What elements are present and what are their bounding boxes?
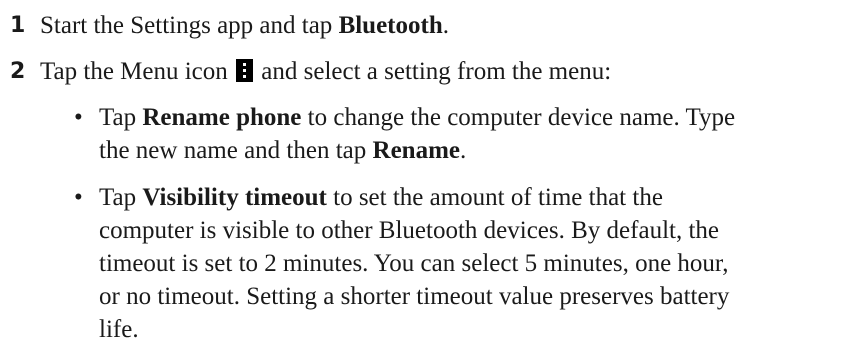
text-post: to set the amount of time that the: [326, 184, 663, 211]
bullet-line: timeout is set to 2 minutes. You can sel…: [99, 250, 729, 277]
bullet-line: life.: [99, 316, 139, 343]
text-post: .: [460, 137, 467, 164]
step-text-post: .: [442, 12, 449, 39]
bullet-line: Tap Visibility timeout to set the amount…: [99, 181, 849, 214]
step-text: Tap the Menu icon and select a setting f…: [40, 55, 611, 89]
bullet-line: or no timeout. Setting a shorter timeout…: [99, 283, 730, 310]
bullet-line: the new name and then tap Rename.: [99, 134, 849, 167]
text-pre: Tap: [99, 104, 143, 131]
step-text-pre: Tap the Menu icon: [40, 58, 235, 85]
bullet-text: Tap Rename phone to change the computer …: [99, 101, 849, 167]
step-number: 1: [10, 13, 26, 38]
instructions-document: 1 Start the Settings app and tap Bluetoo…: [0, 0, 855, 348]
visibility-timeout-term: Visibility timeout: [142, 184, 327, 211]
step-number: 2: [10, 59, 26, 84]
text-post: to change the computer device name. Type: [301, 104, 736, 131]
bullet-line: Tap Rename phone to change the computer …: [99, 101, 849, 134]
bullet-line: computer is visible to other Bluetooth d…: [99, 217, 720, 244]
step-text-post: and select a setting from the menu:: [255, 58, 612, 85]
bullet-text: Tap Visibility timeout to set the amount…: [99, 181, 849, 346]
bluetooth-term: Bluetooth: [338, 12, 443, 39]
rename-term: Rename: [372, 137, 460, 164]
bullet-symbol: •: [74, 104, 83, 131]
bullet-symbol: •: [74, 184, 83, 211]
text-pre: Tap: [99, 184, 143, 211]
step-text: Start the Settings app and tap Bluetooth…: [40, 9, 449, 43]
menu-icon: [236, 59, 254, 82]
text-pre: the new name and then tap: [99, 137, 373, 164]
rename-phone-term: Rename phone: [142, 104, 302, 131]
step-text-pre: Start the Settings app and tap: [40, 12, 339, 39]
